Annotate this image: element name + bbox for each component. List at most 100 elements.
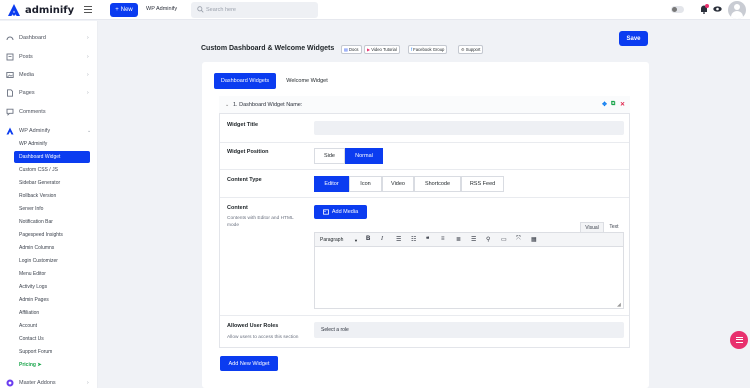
submenu-item[interactable]: Support Forum xyxy=(14,346,90,358)
content-type-rss-feed-button[interactable]: RSS Feed xyxy=(461,176,504,192)
sidebar-item-label: Media xyxy=(19,72,34,78)
new-button-label: New xyxy=(120,7,133,13)
avatar[interactable] xyxy=(728,1,746,19)
submenu-item[interactable]: Affiliation xyxy=(14,307,90,319)
chevron-right-icon: › xyxy=(87,380,89,386)
content-type-icon-button[interactable]: Icon xyxy=(349,176,382,192)
sidebar-item-media[interactable]: Media › xyxy=(0,66,98,84)
bold-icon[interactable]: B xyxy=(366,236,370,242)
menu-icon xyxy=(735,337,743,343)
widget-title-input[interactable] xyxy=(314,121,624,135)
menu-toggle-icon[interactable] xyxy=(84,6,92,13)
content-type-shortcode-button[interactable]: Shortcode xyxy=(414,176,461,192)
docs-icon: ▤ xyxy=(344,47,348,52)
submenu-item-active[interactable]: Dashboard Widget xyxy=(14,151,90,163)
close-icon[interactable]: ✕ xyxy=(620,101,625,108)
sidebar-item-dashboard[interactable]: Dashboard › xyxy=(0,29,98,47)
align-right-icon[interactable]: ☰ xyxy=(471,236,476,243)
pages-icon xyxy=(7,89,13,97)
add-media-label: Add Media xyxy=(331,209,359,215)
link-icon[interactable]: ⚲ xyxy=(486,236,490,243)
sidebar-item-label: Master Addons xyxy=(19,380,56,386)
facebook-group-button[interactable]: f Facebook Group xyxy=(408,45,448,54)
submenu-item[interactable]: Admin Pages xyxy=(14,294,90,306)
sidebar-item-pages[interactable]: Pages › xyxy=(0,84,98,102)
chevron-down-icon[interactable]: ⌄ xyxy=(225,102,229,108)
floating-menu-button[interactable] xyxy=(730,331,748,349)
dark-mode-toggle[interactable] xyxy=(671,6,684,13)
adminify-logo-icon xyxy=(8,4,20,16)
search-input[interactable]: Search here xyxy=(191,2,318,18)
numbered-list-icon[interactable]: ☷ xyxy=(411,236,416,243)
site-name-link[interactable]: WP Adminify xyxy=(146,6,177,12)
roles-select-placeholder: Select a role xyxy=(321,327,349,333)
read-more-icon[interactable]: ▭ xyxy=(501,236,507,243)
sidebar-item-master-addons[interactable]: Master Addons › xyxy=(0,374,98,388)
fullscreen-icon[interactable]: ⤧ xyxy=(516,236,521,243)
submenu-item[interactable]: Admin Columns xyxy=(14,242,90,254)
content-description: Contents with Editor and HTML mode xyxy=(227,216,294,228)
align-left-icon[interactable]: ≡ xyxy=(441,236,445,242)
editor-toolbar xyxy=(315,233,623,247)
blockquote-icon[interactable]: ❝ xyxy=(426,236,429,243)
submenu-item[interactable]: Activity Logs xyxy=(14,281,90,293)
submenu-item[interactable]: Account xyxy=(14,320,90,332)
support-label: Support xyxy=(465,47,481,52)
plus-icon: + xyxy=(115,7,119,13)
bullet-list-icon[interactable]: ☰ xyxy=(396,236,401,243)
notification-badge xyxy=(705,4,709,8)
align-center-icon[interactable]: ≣ xyxy=(456,236,461,243)
editor-tab-visual[interactable]: Visual xyxy=(580,222,604,232)
format-select[interactable]: Paragraph ▼ xyxy=(318,235,360,245)
submenu-item[interactable]: Login Customizer xyxy=(14,255,90,267)
logo-text: adminify xyxy=(25,4,75,16)
submenu-item[interactable]: Custom CSS / JS xyxy=(14,164,90,176)
submenu-item[interactable]: Notification Bar xyxy=(14,216,90,228)
widget-position-row xyxy=(220,143,629,170)
submenu-item-pricing[interactable]: Pricing ➤ xyxy=(14,359,90,371)
clone-icon[interactable]: ⧉ xyxy=(611,101,615,108)
new-button[interactable]: + New xyxy=(110,3,138,17)
sidebar-item-posts[interactable]: Posts › xyxy=(0,48,98,66)
position-normal-button[interactable]: Normal xyxy=(345,148,383,164)
chevron-right-icon: › xyxy=(87,35,89,41)
sidebar: Dashboard › Posts › Media › Pages › Comm… xyxy=(0,21,98,388)
sidebar-item-label: Pages xyxy=(19,90,35,96)
resize-handle-icon[interactable]: ◢ xyxy=(617,302,621,308)
content-type-video-button[interactable]: Video xyxy=(382,176,414,192)
add-new-widget-button[interactable]: Add New Widget xyxy=(220,356,278,371)
roles-select[interactable] xyxy=(314,322,624,338)
logo[interactable]: adminify xyxy=(7,3,74,17)
docs-button[interactable]: ▤ Docs xyxy=(341,45,362,54)
content-label: Content xyxy=(227,205,248,211)
submenu-item[interactable]: Pagespeed Insights xyxy=(14,229,90,241)
adminify-icon xyxy=(6,127,14,135)
posts-icon xyxy=(6,53,14,61)
submenu-item[interactable]: Rollback Version xyxy=(14,190,90,202)
tab-welcome-widget[interactable]: Welcome Widget xyxy=(280,73,334,89)
editor-tab-text[interactable]: Text xyxy=(604,222,624,232)
master-addons-icon xyxy=(6,379,14,387)
content-type-editor-button[interactable]: Editor xyxy=(314,176,349,192)
video-tutorial-button[interactable]: ▶ Video Tutorial xyxy=(364,45,400,54)
view-site-icon[interactable] xyxy=(713,6,722,12)
italic-icon[interactable]: I xyxy=(381,236,383,242)
widget-title-label: Widget Title xyxy=(227,122,259,128)
submenu-item[interactable]: Server Info xyxy=(14,203,90,215)
support-button[interactable]: ⚙ Support xyxy=(458,45,484,54)
content-type-label: Content Type xyxy=(227,177,262,183)
submenu-item[interactable]: WP Adminify xyxy=(14,138,90,150)
toolbar-toggle-icon[interactable]: ▦ xyxy=(531,236,537,243)
chevron-right-icon: › xyxy=(87,54,89,60)
move-icon[interactable]: ✥ xyxy=(602,101,607,108)
sidebar-item-comments[interactable]: Comments xyxy=(0,103,98,121)
save-button[interactable]: Save xyxy=(619,31,648,46)
position-side-button[interactable]: Side xyxy=(314,148,345,164)
sidebar-item-label: Dashboard xyxy=(19,35,46,41)
submenu-item[interactable]: Menu Editor xyxy=(14,268,90,280)
submenu-item[interactable]: Contact Us xyxy=(14,333,90,345)
tab-dashboard-widgets[interactable]: Dashboard Widgets xyxy=(214,73,276,89)
submenu-item[interactable]: Sidebar Generator xyxy=(14,177,90,189)
add-media-button[interactable]: Add Media xyxy=(314,205,367,219)
facebook-group-label: Facebook Group xyxy=(413,47,445,52)
